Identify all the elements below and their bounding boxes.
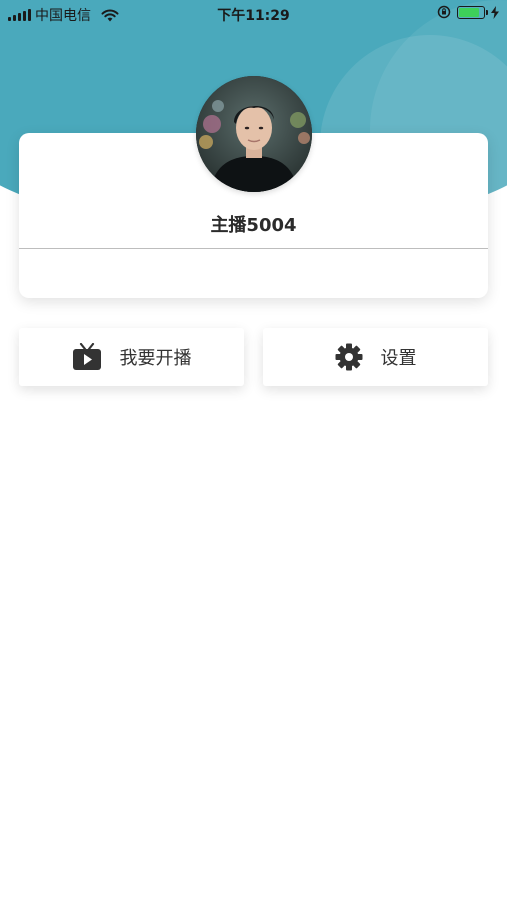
avatar-photo-icon <box>196 76 312 192</box>
start-live-button[interactable]: 我要开播 <box>19 328 244 386</box>
profile-screen: 中国电信 下午11:29 主播5004 我要开播 设置 <box>0 0 507 900</box>
card-divider <box>19 248 488 249</box>
charging-icon <box>491 5 499 19</box>
tv-play-icon <box>72 343 102 371</box>
user-avatar[interactable] <box>196 76 312 192</box>
battery-fill <box>459 7 480 17</box>
settings-label: 设置 <box>380 348 417 369</box>
status-bar: 中国电信 下午11:29 <box>0 0 507 28</box>
start-live-label: 我要开播 <box>119 348 192 369</box>
status-time: 下午11:29 <box>217 8 290 24</box>
orientation-lock-icon <box>437 5 451 19</box>
gear-icon <box>335 343 363 371</box>
username: 主播5004 <box>210 215 297 236</box>
battery-icon <box>457 5 488 19</box>
settings-button[interactable]: 设置 <box>263 328 488 386</box>
